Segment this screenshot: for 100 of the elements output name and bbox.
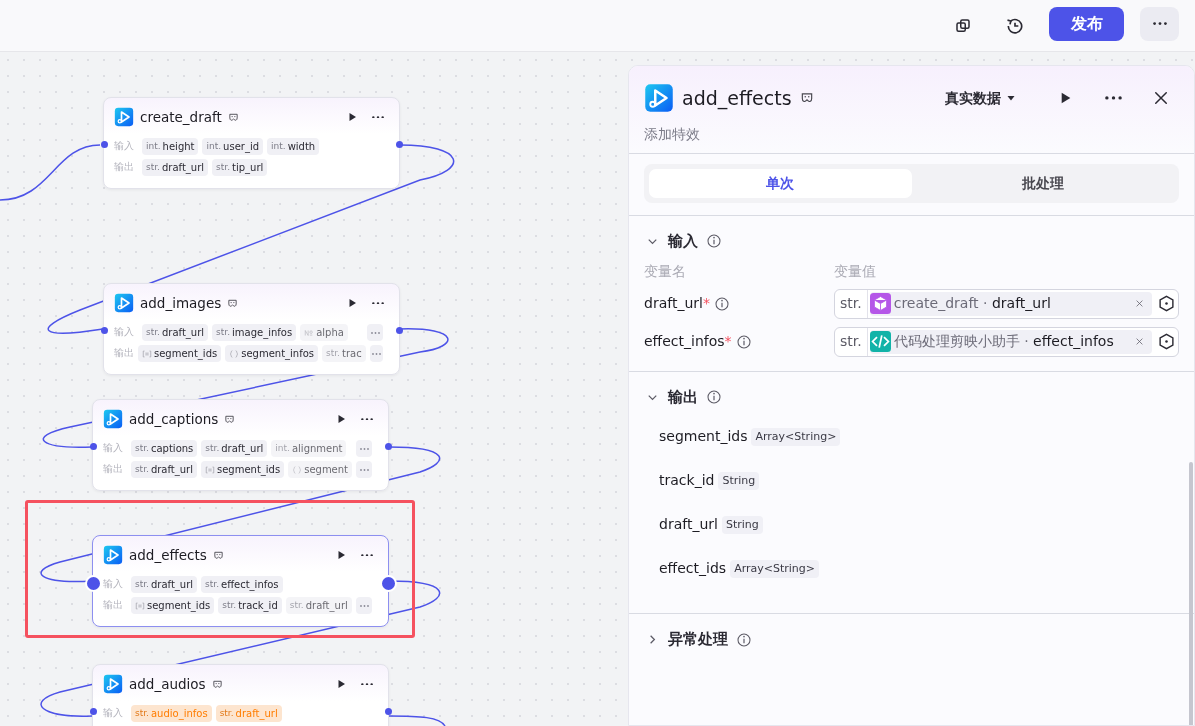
number-icon	[304, 327, 315, 338]
param-tag: segment_ids	[138, 345, 222, 362]
more-icon	[359, 604, 369, 607]
row-label: 输出	[114, 346, 134, 361]
mask-icon	[799, 91, 814, 105]
app-icon	[114, 107, 134, 127]
input-port[interactable]	[89, 708, 97, 715]
variable-value-field[interactable]: str. 代码处理剪映小助手 · effect_infos	[834, 326, 1179, 357]
node-title: add_captions	[129, 409, 219, 429]
object-icon	[229, 348, 240, 359]
variable-value-field[interactable]: str. create_draft · draft_url	[834, 288, 1179, 319]
param-tag: str. tip_url	[212, 159, 268, 176]
output-port[interactable]	[395, 327, 403, 334]
node-title: add_audios	[129, 674, 206, 694]
node-card[interactable]: create_draft 输入 int. height int. user_id int. width 输出 str. draft_url str. tip_url	[103, 97, 400, 189]
more-icon	[1152, 21, 1167, 26]
row-label: 输入	[103, 706, 124, 721]
param-tag: str. draft_url	[142, 324, 209, 341]
output-name: segment_ids	[659, 427, 748, 447]
more-icon	[361, 417, 373, 421]
row-label: 输入	[103, 441, 124, 456]
output-port[interactable]	[395, 141, 403, 148]
column-header: 变量值	[834, 261, 876, 281]
row-label: 输入	[114, 325, 135, 340]
type-tag: Array<String>	[751, 427, 841, 446]
more-icon	[359, 447, 369, 450]
more-icon	[370, 331, 380, 334]
param-tag: str. draft_url	[201, 440, 268, 457]
close-icon	[1134, 299, 1144, 309]
section-title: 输入	[668, 231, 698, 252]
param-tag: str. draft_url	[215, 705, 282, 722]
data-mode-dropdown[interactable]: 真实数据	[939, 86, 1023, 110]
mode-tab[interactable]: 单次	[649, 169, 912, 198]
output-port[interactable]	[384, 708, 392, 715]
required-mark: *	[724, 332, 732, 352]
param-tag: str. trac	[322, 345, 366, 362]
info-icon	[735, 333, 752, 350]
param-tag: int. user_id	[202, 138, 264, 155]
type-label: str.	[835, 289, 868, 318]
array-icon	[142, 348, 152, 359]
param-tag: segment	[288, 461, 353, 478]
input-port[interactable]	[100, 141, 108, 148]
more-icon	[361, 553, 373, 557]
more-icon	[361, 682, 373, 686]
reference-text: 代码处理剪映小助手 · effect_infos	[893, 332, 1114, 352]
mode-tab[interactable]: 批处理	[911, 169, 1174, 198]
node-title: add_images	[140, 293, 222, 313]
param-name: draft_url	[644, 294, 703, 314]
output-port[interactable]	[384, 443, 392, 450]
output-name: effect_ids	[659, 559, 727, 579]
type-label: str.	[835, 327, 868, 356]
output-name: draft_url	[659, 515, 718, 535]
cube-icon	[869, 293, 891, 315]
info-icon	[736, 631, 752, 648]
required-mark: *	[702, 294, 710, 314]
input-port[interactable]	[89, 443, 97, 450]
node-card[interactable]: add_effects 输入 str. draft_url str. effect_infos 输出 segment_ids str. track_id str. draft_url	[92, 535, 389, 627]
type-tag: Array<String>	[730, 559, 820, 578]
node-card[interactable]: add_audios 输入 str. audio_infos str. draft_url	[92, 664, 389, 726]
more-icon	[1104, 96, 1122, 100]
param-tag: str. image_infos	[212, 324, 297, 341]
node-card[interactable]: add_images 输入 str. draft_url str. image_infos alpha 输出 segment_ids segment_infos str. trac	[103, 283, 400, 375]
info-icon	[706, 233, 722, 250]
more-icon	[372, 301, 384, 305]
app-icon	[103, 409, 123, 429]
info-icon	[713, 295, 730, 312]
info-icon	[706, 389, 722, 405]
param-tag: str. draft_url	[131, 576, 198, 593]
column-header: 变量名	[644, 261, 687, 281]
type-tag: String	[721, 515, 763, 534]
row-label: 输入	[103, 577, 124, 592]
hexagon-icon	[1157, 333, 1175, 351]
section-title: 异常处理	[668, 629, 728, 651]
param-tag: int. alignment	[271, 440, 347, 457]
input-port[interactable]	[84, 575, 102, 592]
param-tag: str. draft_url	[142, 159, 209, 176]
param-name: effect_infos	[644, 332, 725, 352]
section-title: 输出	[668, 386, 698, 408]
more-icon	[359, 468, 369, 471]
app-icon	[114, 293, 134, 313]
row-label: 输入	[114, 139, 135, 154]
type-tag: String	[718, 471, 760, 490]
param-tag: str. effect_infos	[201, 576, 283, 593]
app-icon	[103, 545, 123, 565]
param-tag: str. draft_url	[130, 461, 197, 478]
app-icon	[644, 83, 674, 113]
publish-button[interactable]: 发布	[1049, 6, 1124, 41]
row-label: 输出	[103, 462, 124, 477]
reference-text: create_draft · draft_url	[893, 294, 1051, 314]
param-tag: str. track_id	[218, 597, 282, 614]
param-tag: segment_ids	[131, 597, 215, 614]
app-icon	[103, 674, 123, 694]
mask-icon	[224, 413, 236, 425]
mask-icon	[211, 678, 223, 690]
panel-description: 添加特效	[644, 125, 701, 144]
copy-icon	[954, 16, 972, 35]
input-port[interactable]	[100, 327, 108, 334]
scrollbar[interactable]	[1189, 462, 1193, 725]
node-card[interactable]: add_captions 输入 str. captions str. draft_url int. alignment 输出 str. draft_url segment_ids segment	[92, 399, 389, 491]
output-name: track_id	[659, 471, 715, 491]
